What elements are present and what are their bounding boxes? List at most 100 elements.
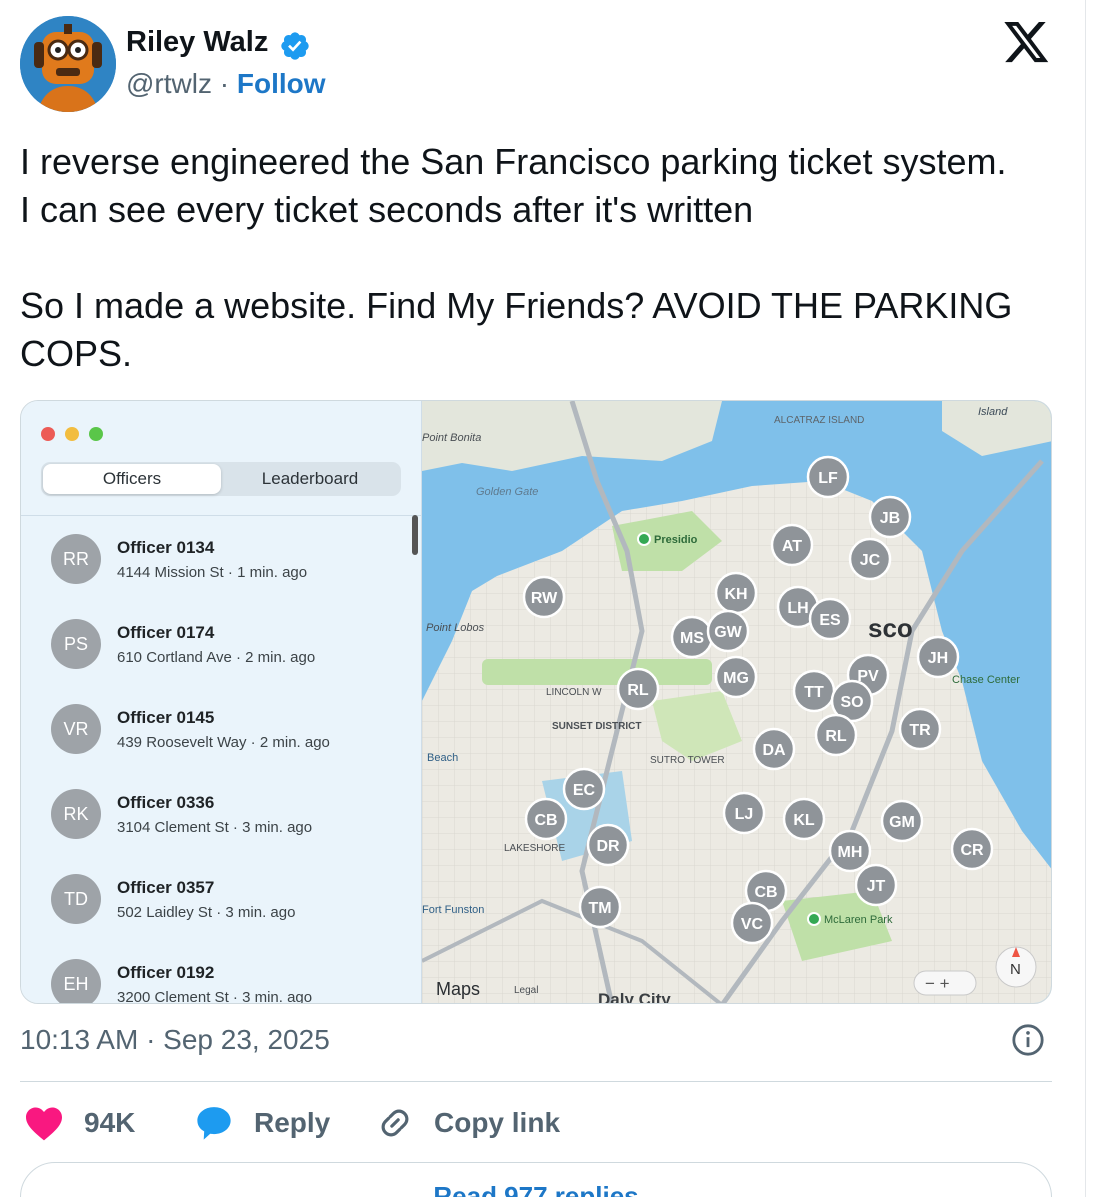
sf-map[interactable]: Point Bonita ALCATRAZ ISLAND Golden Gate…	[422, 401, 1052, 1004]
handle-separator: ·	[211, 68, 237, 99]
officer-location: 3104 Clement St	[117, 819, 229, 836]
officer-marker[interactable]: MG	[714, 655, 758, 699]
officer-row[interactable]: TD Officer 0357 502 Laidley St · 3 min. …	[21, 874, 411, 959]
tab-leaderboard[interactable]: Leaderboard	[221, 464, 399, 494]
officer-avatar: RR	[51, 534, 101, 584]
map-label-lincoln-way: LINCOLN W	[546, 687, 602, 698]
officer-marker[interactable]: CB	[524, 797, 568, 841]
officer-marker[interactable]: AT	[770, 523, 814, 567]
officer-marker[interactable]: TM	[578, 885, 622, 929]
apple-maps-attribution[interactable]: Maps	[436, 979, 480, 999]
like-count: 94K	[84, 1107, 136, 1138]
reply-button[interactable]: Reply	[194, 1100, 330, 1146]
author-name[interactable]: Riley Walz	[126, 26, 268, 59]
officer-marker-label: TR	[909, 722, 931, 739]
officer-marker-label: DR	[596, 838, 620, 855]
zoom-buttons[interactable]: − +	[925, 974, 950, 993]
officer-marker-label: CB	[754, 884, 777, 901]
x-logo-icon[interactable]	[1004, 22, 1050, 64]
officer-avatar: EH	[51, 959, 101, 1003]
officer-detail: 3200 Clement St · 3 min. ago	[117, 989, 313, 1004]
park-pin-icon	[637, 532, 651, 546]
officer-marker-label: GM	[889, 814, 915, 831]
read-replies-button[interactable]: Read 977 replies	[20, 1162, 1052, 1197]
officer-marker[interactable]: RW	[522, 575, 566, 619]
officer-marker[interactable]: JC	[848, 537, 892, 581]
segmented-control: Officers Leaderboard	[41, 462, 401, 496]
map-label-island: Island	[978, 406, 1008, 418]
officer-marker[interactable]: MS	[670, 615, 714, 659]
officer-marker-label: VC	[741, 916, 764, 933]
officer-location: 502 Laidley St	[117, 904, 213, 921]
officer-row[interactable]: VR Officer 0145 439 Roosevelt Way · 2 mi…	[21, 704, 411, 789]
officer-marker-label: SO	[840, 694, 863, 711]
zoom-window-dot[interactable]	[89, 427, 103, 441]
officer-name: Officer 0145	[117, 708, 215, 727]
officer-marker[interactable]: RL	[616, 667, 660, 711]
golden-gate-park	[482, 659, 712, 685]
officer-marker[interactable]: GW	[706, 609, 750, 653]
officer-name: Officer 0134	[117, 538, 215, 557]
verified-badge-icon	[281, 32, 309, 60]
map-label-sunset: SUNSET DISTRICT	[552, 721, 641, 732]
officer-row[interactable]: PS Officer 0174 610 Cortland Ave · 2 min…	[21, 619, 411, 704]
officer-marker[interactable]: EC	[562, 767, 606, 811]
minimize-window-dot[interactable]	[65, 427, 79, 441]
officer-marker-label: AT	[782, 538, 802, 555]
copy-link-button[interactable]: Copy link	[376, 1100, 560, 1146]
legal-link[interactable]: Legal	[514, 985, 538, 996]
map-label-beach: Beach	[427, 752, 458, 764]
author-avatar[interactable]	[20, 16, 116, 112]
officer-location: 610 Cortland Ave	[117, 649, 232, 666]
officer-row[interactable]: RK Officer 0336 3104 Clement St · 3 min.…	[21, 789, 411, 874]
officer-row[interactable]: RR Officer 0134 4144 Mission St · 1 min.…	[21, 534, 411, 619]
officer-detail: 3104 Clement St · 3 min. ago	[117, 819, 313, 836]
info-icon[interactable]	[1011, 1023, 1045, 1057]
copy-link-label: Copy link	[434, 1107, 561, 1138]
officer-marker[interactable]: ES	[808, 597, 852, 641]
robot-avatar-icon	[20, 16, 116, 112]
officer-marker[interactable]: MH	[828, 829, 872, 873]
officer-marker[interactable]: KH	[714, 571, 758, 615]
officer-marker[interactable]: KL	[782, 797, 826, 841]
tweet-card: Riley Walz @rtwlz · Follow I reverse eng…	[0, 0, 1086, 1197]
officer-marker[interactable]: LF	[806, 455, 850, 499]
officer-location: 439 Roosevelt Way	[117, 734, 247, 751]
officer-time: 3 min. ago	[225, 904, 296, 921]
officer-marker[interactable]: VC	[730, 901, 774, 945]
officer-marker[interactable]: JH	[916, 635, 960, 679]
officer-marker[interactable]: GM	[880, 799, 924, 843]
officer-sidebar: Officers Leaderboard RR Officer 0134 414…	[21, 401, 422, 1004]
officer-marker[interactable]: CR	[950, 827, 994, 871]
close-window-dot[interactable]	[41, 427, 55, 441]
officer-marker[interactable]: RL	[814, 713, 858, 757]
officer-marker[interactable]: TT	[792, 669, 836, 713]
officer-marker[interactable]: TR	[898, 707, 942, 751]
heart-icon	[26, 1107, 62, 1141]
author-handle[interactable]: @rtwlz	[126, 68, 212, 99]
officer-marker[interactable]: DA	[752, 727, 796, 771]
officer-marker-label: CR	[960, 842, 984, 859]
officer-name: Officer 0192	[117, 963, 215, 982]
officer-time: 2 min. ago	[245, 649, 316, 666]
officer-marker[interactable]: DR	[586, 823, 630, 867]
officer-marker-label: TT	[804, 684, 824, 701]
officer-marker[interactable]: JT	[854, 863, 898, 907]
like-button[interactable]: 94K	[24, 1100, 135, 1146]
officer-name: Officer 0357	[117, 878, 215, 897]
maps-attribution-text: Maps	[436, 979, 480, 999]
reply-bubble-icon	[197, 1107, 231, 1140]
scrollbar[interactable]	[412, 515, 418, 555]
officer-row[interactable]: EH Officer 0192 3200 Clement St · 3 min.…	[21, 959, 411, 1004]
officer-marker[interactable]: LJ	[722, 791, 766, 835]
follow-button[interactable]: Follow	[237, 68, 326, 99]
officer-time: 3 min. ago	[242, 989, 313, 1004]
tab-officers[interactable]: Officers	[43, 464, 221, 494]
officer-avatar: PS	[51, 619, 101, 669]
tweet-media-image[interactable]: Officers Leaderboard RR Officer 0134 414…	[20, 400, 1052, 1004]
tweet-text: I reverse engineered the San Francisco p…	[20, 138, 1020, 426]
tweet-timestamp[interactable]: 10:13 AM · Sep 23, 2025	[20, 1024, 330, 1056]
map-label-chase-center: Chase Center	[952, 674, 1020, 686]
officer-marker[interactable]: JB	[868, 495, 912, 539]
officer-marker-label: KL	[793, 812, 815, 829]
